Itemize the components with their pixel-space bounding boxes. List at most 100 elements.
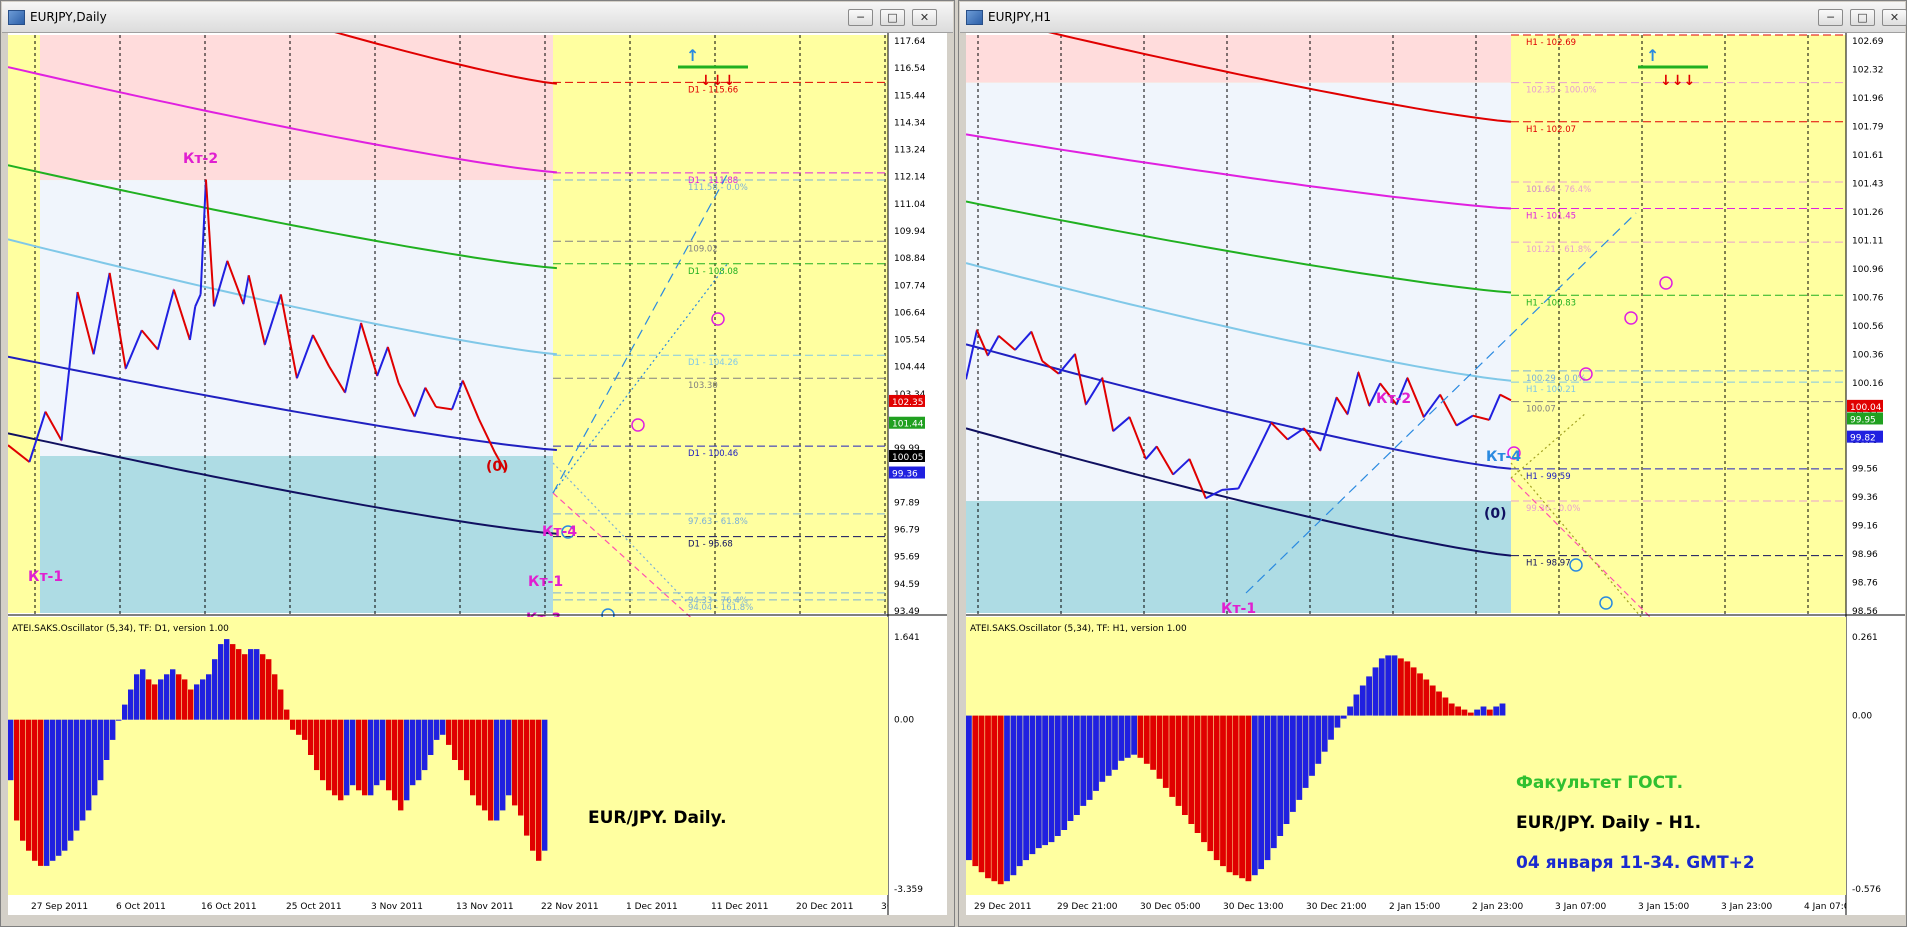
oscillator-bar [92, 719, 98, 796]
level-label: H1 - 101.45 [1526, 212, 1576, 222]
oscillator-bar [158, 679, 164, 720]
oscillator-bar [284, 709, 290, 720]
price-badge-text: 99.82 [1850, 434, 1876, 444]
oscillator-bar [1035, 715, 1042, 849]
oscillator-bar [290, 719, 296, 730]
oscillator-background [8, 617, 888, 895]
oscillator-tick: 1.641 [894, 633, 920, 643]
oscillator-bar [182, 679, 188, 720]
oscillator-bar [32, 719, 38, 861]
oscillator-bar [1410, 667, 1417, 716]
oscillator-bar [1207, 715, 1214, 852]
oscillator-bar [1315, 715, 1322, 764]
level-label: D1 - 108.08 [688, 267, 738, 277]
oscillator-bar [248, 649, 254, 720]
zone-teal [966, 501, 1511, 613]
maximize-button[interactable]: □ [1850, 9, 1875, 26]
y-tick-label: 101.96 [1852, 94, 1884, 104]
oscillator-bar [128, 689, 134, 720]
minimize-button[interactable]: ─ [848, 9, 873, 26]
titlebar-h1[interactable]: EURJPY,H1 ─ □ ✕ [960, 2, 1907, 33]
window-title: EURJPY,Daily [30, 10, 107, 24]
oscillator-bar [200, 679, 206, 720]
oscillator-bar [26, 719, 32, 851]
level-label: 101.64 - 76.4% [1526, 185, 1591, 195]
oscillator-bar [1417, 673, 1423, 716]
y-tick-label: 100.16 [1852, 379, 1884, 389]
oscillator-bar [1023, 715, 1029, 861]
oscillator-bar [542, 719, 548, 851]
y-tick-label: 113.24 [894, 146, 926, 156]
oscillator-bar [350, 719, 356, 786]
chart-window-icon [966, 10, 983, 25]
oscillator-bar [1105, 715, 1112, 776]
titlebar-daily[interactable]: EURJPY,Daily ─ □ ✕ [2, 2, 953, 33]
oscillator-bar [122, 704, 128, 720]
y-tick-label: 99.56 [1852, 465, 1878, 475]
oscillator-bar [338, 719, 344, 801]
y-tick-label: 101.11 [1852, 237, 1884, 247]
y-tick-label: 107.74 [894, 281, 926, 291]
oscillator-bar [488, 719, 494, 821]
oscillator-bar [1251, 715, 1258, 876]
minimize-button[interactable]: ─ [1818, 9, 1843, 26]
maximize-button[interactable]: □ [880, 9, 905, 26]
oscillator-bar [1054, 715, 1061, 836]
x-tick-label: 29 Dec 2011 [974, 902, 1032, 912]
oscillator-bar [104, 719, 110, 760]
oscillator-bar [1112, 715, 1118, 770]
y-tick-label: 99.36 [1852, 493, 1878, 503]
y-tick-label: 114.34 [894, 118, 926, 128]
oscillator-tick: -0.576 [1852, 885, 1881, 895]
oscillator-bar [1309, 715, 1315, 776]
oscillator-bar [242, 654, 248, 720]
close-button[interactable]: ✕ [912, 9, 937, 26]
oscillator-bar [110, 719, 116, 740]
x-tick-label: 3 Jan 23:00 [1721, 902, 1773, 912]
y-tick-label: 100.36 [1852, 351, 1884, 361]
chart-daily[interactable]: 27 Sep 2011 6 Oct 2011 16 Oct 2011 25 Oct 2… [8, 33, 947, 915]
oscillator-bar [1398, 658, 1404, 716]
wave-label: Кт-2 [1376, 391, 1411, 407]
oscillator-bar [170, 669, 176, 720]
level-label: 109.02 [688, 244, 718, 254]
timestamp-label: 04 января 11-34. GMT+2 [1516, 853, 1755, 873]
oscillator-bar [1239, 715, 1245, 879]
oscillator-bar [1182, 715, 1188, 815]
oscillator-bar [38, 719, 44, 866]
oscillator-bar [1042, 715, 1048, 846]
level-label: D1 - 104.26 [688, 358, 738, 368]
y-tick-label: 99.16 [1852, 522, 1878, 532]
oscillator-bar [997, 715, 1004, 885]
oscillator-bar [1137, 715, 1144, 758]
oscillator-bar [440, 719, 446, 735]
y-tick-label: 101.79 [1852, 123, 1884, 133]
oscillator-bar [1010, 715, 1017, 876]
oscillator-bar [380, 719, 386, 781]
zone-lightblue [966, 82, 1511, 502]
oscillator-bar [1016, 715, 1023, 867]
level-label: D1 - 96.68 [688, 540, 733, 550]
oscillator-bar [500, 719, 506, 811]
oscillator-bar [1080, 715, 1087, 806]
oscillator-bar [1118, 715, 1125, 761]
wave-label: Кт-1 [528, 574, 563, 590]
oscillator-bar [1334, 715, 1341, 728]
oscillator-bar [1194, 715, 1201, 833]
level-label: D1 - 100.46 [688, 449, 738, 459]
oscillator-bar [1004, 715, 1010, 882]
oscillator-bar [1067, 715, 1074, 821]
y-tick-label: 115.44 [894, 91, 926, 101]
oscillator-bar [212, 659, 218, 720]
oscillator-bar [1074, 715, 1080, 815]
chart-h1[interactable]: 29 Dec 2011 29 Dec 21:00 30 Dec 05:00 30 De… [966, 33, 1905, 915]
y-tick-label: 97.89 [894, 498, 920, 508]
oscillator-bar [1226, 715, 1233, 873]
oscillator-bar [1213, 715, 1220, 861]
close-button[interactable]: ✕ [1882, 9, 1907, 26]
price-badge-text: 102.35 [892, 398, 924, 408]
oscillator-bar [1493, 706, 1500, 716]
oscillator-bar [1448, 703, 1455, 716]
price-badge-text: 101.44 [892, 420, 924, 430]
oscillator-bar [530, 719, 536, 851]
